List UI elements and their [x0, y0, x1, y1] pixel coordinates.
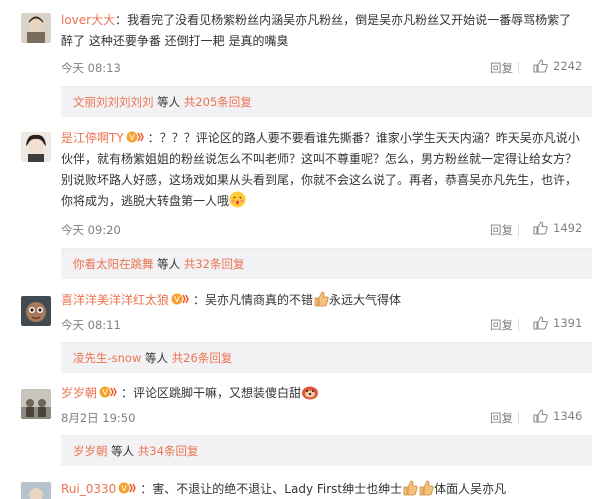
sub-reply-etc: 等人 — [107, 444, 138, 458]
timestamp: 8月2日 19:50 — [61, 411, 136, 425]
divider — [518, 224, 519, 236]
username-link[interactable]: 岁岁朝 — [61, 386, 97, 400]
separator: ： — [121, 386, 134, 400]
comment-body: 你将成为，逃脱大转盘第一人哦 — [61, 194, 230, 208]
sub-replies-bar: 文丽刘刘刘刘刘 等人 共205条回复 — [61, 86, 592, 117]
reply-button[interactable]: 回复 — [490, 317, 513, 333]
avatar[interactable] — [21, 389, 51, 419]
like-button[interactable]: 1346 — [533, 409, 582, 423]
svg-text:V: V — [102, 388, 108, 397]
comment-body: 别说败坏路人好感，这场戏如果从头看到尾，你就不会这么说了。再者，恭喜吴亦凡先生，… — [61, 173, 578, 187]
sub-reply-etc: 等人 — [141, 351, 172, 365]
like-count: 1492 — [553, 221, 583, 235]
avatar[interactable] — [21, 296, 51, 326]
reply-button[interactable]: 回复 — [490, 410, 513, 426]
comment-body: ？？？评论区的路人要不要看谁先撕番？谁家小学生天天内涵？昨天吴亦凡说小 — [159, 131, 580, 145]
timestamp: 今天 09:20 — [61, 223, 121, 237]
like-button[interactable]: 1391 — [533, 316, 582, 330]
like-button[interactable]: 2242 — [533, 59, 582, 73]
comment-text: lover大大：我看完了没看见杨紫粉丝内涵吴亦凡粉丝，倒是吴亦凡粉丝又开始说一番… — [61, 10, 584, 52]
vip-badge-icon: V — [126, 130, 146, 144]
like-button[interactable]: 1492 — [533, 221, 582, 235]
vip-badge-icon: V — [99, 385, 119, 399]
separator: ： — [115, 13, 128, 27]
sub-reply-user-link[interactable]: 凌先生-snow — [73, 351, 141, 365]
thumbs-up-icon — [533, 409, 548, 423]
view-more-replies-link[interactable]: 共205条回复 — [184, 95, 252, 109]
thumbs-up-icon — [533, 316, 548, 330]
vip-badge-icon: V — [171, 292, 191, 306]
comment-text: Rui_0330 V ：害、不退让的绝不退让、Lady First绅士也绅士 体面人吴… — [61, 479, 584, 499]
comment-body: 评论区跳脚干嘛，又想装傻白甜 — [133, 386, 302, 400]
comment-body: 我看完了没看见杨紫粉丝内涵吴亦凡粉丝，倒是吴亦凡粉丝又开始说一番辱骂杨紫了 — [127, 13, 572, 27]
avatar[interactable] — [21, 13, 51, 43]
divider — [518, 412, 519, 424]
comment-text: 喜洋洋美洋洋红太狼 V ：吴亦凡情商真的不错 永远大气得体 — [61, 290, 584, 314]
comment-body: 伙伴，就有杨紫姐姐的粉丝说怎么不叫老师？这叫不尊重呢？怎么，男方粉丝就一定得让给… — [61, 152, 578, 166]
kiss-emoji-icon — [229, 191, 246, 215]
sub-replies-bar: 凌先生-snow 等人 共26条回复 — [61, 342, 592, 373]
comment-body: 醉了 这种还要争番 还倒打一耙 是真的嘴臭 — [61, 34, 289, 48]
sub-replies-bar: 岁岁朝 等人 共34条回复 — [61, 435, 592, 466]
dog-face-emoji-icon — [301, 384, 319, 407]
comment-text: 岁岁朝 V ：评论区跳脚干嘛，又想装傻白甜 — [61, 383, 584, 407]
divider — [518, 62, 519, 74]
comment-body: 害、不退让的绝不退让、Lady First绅士也绅士 — [152, 482, 403, 496]
vip-badge-icon: V — [118, 481, 138, 495]
comment-body: 永远大气得体 — [329, 293, 402, 307]
sub-reply-user-link[interactable]: 你看太阳在跳舞 — [73, 257, 154, 271]
svg-text:V: V — [129, 133, 135, 142]
thumbs-up-icon — [533, 221, 548, 235]
sub-reply-user-link[interactable]: 岁岁朝 — [73, 444, 108, 458]
like-count: 1391 — [553, 316, 583, 330]
reply-button[interactable]: 回复 — [490, 222, 513, 238]
separator: ： — [193, 293, 206, 307]
svg-text:V: V — [122, 484, 128, 493]
timestamp: 今天 08:13 — [61, 61, 121, 75]
reply-button[interactable]: 回复 — [490, 60, 513, 76]
view-more-replies-link[interactable]: 共32条回复 — [184, 257, 245, 271]
divider — [518, 319, 519, 331]
view-more-replies-link[interactable]: 共26条回复 — [172, 351, 233, 365]
separator: ： — [147, 131, 160, 145]
username-link[interactable]: 是江停啊TY — [61, 131, 124, 145]
separator: ： — [140, 482, 153, 496]
avatar[interactable] — [21, 482, 51, 499]
comment-body: 吴亦凡情商真的不错 — [205, 293, 314, 307]
sub-reply-user-link[interactable]: 文丽刘刘刘刘刘 — [73, 95, 154, 109]
comment-text: 是江停啊TY V ：？？？评论区的路人要不要看谁先撕番？谁家小学生天天内涵？昨天吴亦… — [61, 128, 584, 215]
avatar[interactable] — [21, 132, 51, 162]
thumbs-up-emoji-icon — [418, 479, 434, 499]
like-count: 2242 — [553, 59, 583, 73]
sub-replies-bar: 你看太阳在跳舞 等人 共32条回复 — [61, 248, 592, 279]
comment-body: 体面人吴亦凡 — [434, 482, 507, 496]
sub-reply-etc: 等人 — [153, 95, 184, 109]
username-link[interactable]: 喜洋洋美洋洋红太狼 — [61, 293, 169, 307]
thumbs-up-emoji-icon — [313, 290, 329, 314]
sub-reply-etc: 等人 — [153, 257, 184, 271]
username-link[interactable]: Rui_0330 — [61, 482, 116, 496]
thumbs-up-emoji-icon — [402, 479, 418, 499]
view-more-replies-link[interactable]: 共34条回复 — [138, 444, 199, 458]
like-count: 1346 — [553, 409, 583, 423]
svg-text:V: V — [174, 295, 180, 304]
timestamp: 今天 08:11 — [61, 318, 121, 332]
username-link[interactable]: lover大大 — [61, 13, 115, 27]
thumbs-up-icon — [533, 59, 548, 73]
